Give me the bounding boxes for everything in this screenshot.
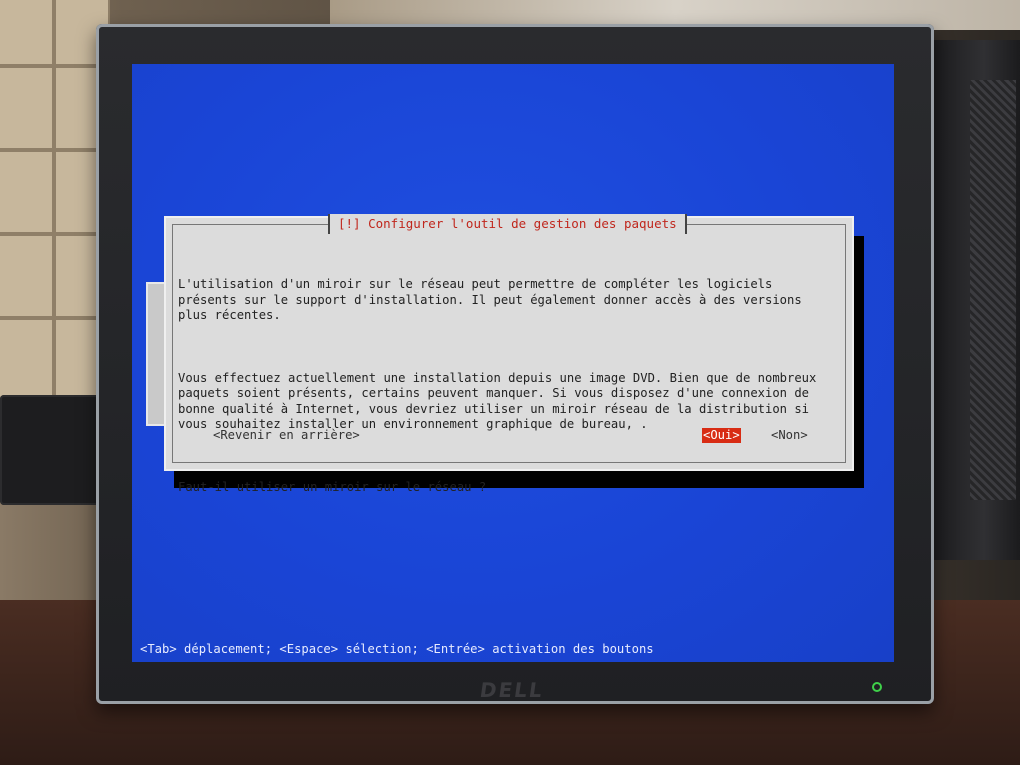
dialog-title: [!] Configurer l'outil de gestion des pa…: [328, 214, 687, 234]
dell-logo: DELL: [478, 678, 546, 702]
dialog-paragraph-1: L'utilisation d'un miroir sur le réseau …: [178, 277, 802, 322]
keyboard-help-line: <Tab> déplacement; <Espace> sélection; <…: [140, 642, 654, 656]
power-icon[interactable]: [872, 682, 882, 692]
dialog-paragraph-2: Vous effectuez actuellement une installa…: [178, 370, 817, 432]
dialog-question: Faut-il utiliser un miroir sur le réseau…: [178, 479, 487, 494]
no-button[interactable]: <Non>: [770, 428, 809, 443]
dialog-body: L'utilisation d'un miroir sur le réseau …: [178, 246, 838, 526]
monitor: [!] Configurer l'outil de gestion des pa…: [96, 24, 934, 704]
screen: [!] Configurer l'outil de gestion des pa…: [132, 64, 894, 662]
yes-button[interactable]: <Oui>: [702, 428, 741, 443]
installer-dialog: [!] Configurer l'outil de gestion des pa…: [164, 214, 854, 494]
wall-tiles: [0, 0, 110, 400]
back-button[interactable]: <Revenir en arrière>: [212, 428, 361, 443]
keyboard: [0, 395, 108, 505]
computer-tower: [930, 40, 1020, 560]
